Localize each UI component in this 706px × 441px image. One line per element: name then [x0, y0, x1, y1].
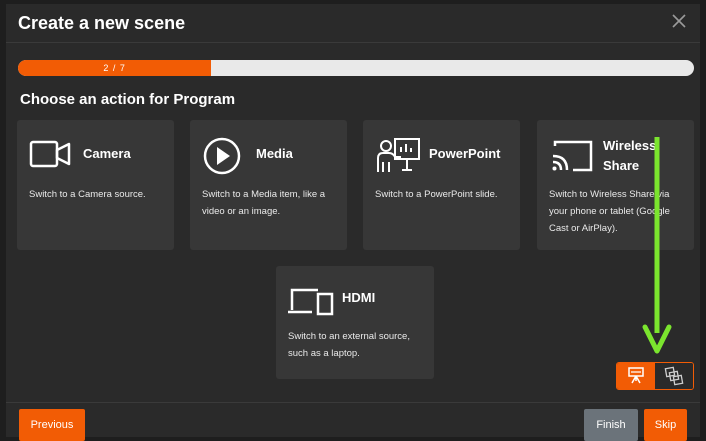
card-description: Switch to an external source, such as a … — [288, 331, 410, 359]
card-media[interactable]: Media Switch to a Media item, like a vid… — [190, 120, 347, 250]
play-icon — [202, 136, 246, 175]
card-description: Switch to a PowerPoint slide. — [375, 189, 498, 200]
close-icon[interactable] — [668, 10, 690, 32]
dialog-title-bar: Create a new scene — [6, 4, 700, 43]
finish-button[interactable]: Finish — [584, 409, 638, 441]
card-title: HDMI — [342, 290, 376, 305]
previous-button[interactable]: Previous — [19, 409, 85, 441]
action-prompt: Choose an action for Program — [20, 91, 236, 108]
card-powerpoint[interactable]: PowerPoint Switch to a PowerPoint slide. — [363, 120, 520, 250]
layers-icon — [664, 366, 684, 386]
card-title: PowerPoint — [429, 146, 501, 161]
grid-view-button[interactable] — [617, 363, 655, 389]
annotation-arrow — [642, 137, 672, 359]
progress-bar: 2 / 7 — [18, 60, 694, 76]
create-scene-dialog: Create a new scene 2 / 7 Choose an actio… — [6, 4, 700, 441]
progress-fill: 2 / 7 — [18, 60, 212, 76]
card-title: Camera — [83, 146, 131, 161]
card-description: Switch to a Media item, like a video or … — [202, 189, 326, 217]
card-camera[interactable]: Camera Switch to a Camera source. — [17, 120, 174, 250]
skip-button[interactable]: Skip — [644, 409, 687, 441]
hdmi-icon — [288, 282, 334, 318]
camera-icon — [29, 136, 73, 172]
card-description: Switch to a Camera source. — [29, 189, 146, 200]
dialog-title: Create a new scene — [18, 13, 186, 33]
dialog-footer: Previous Finish Skip — [6, 402, 700, 441]
card-hdmi[interactable]: HDMI Switch to an external source, such … — [276, 266, 434, 379]
progress-label: 2 / 7 — [103, 63, 126, 73]
flow-view-button[interactable] — [655, 363, 693, 389]
view-toggle — [616, 362, 694, 390]
card-title: Media — [256, 146, 293, 161]
cast-icon — [549, 136, 593, 172]
presenter-icon — [375, 136, 420, 172]
presenter-grid-icon — [628, 367, 644, 384]
